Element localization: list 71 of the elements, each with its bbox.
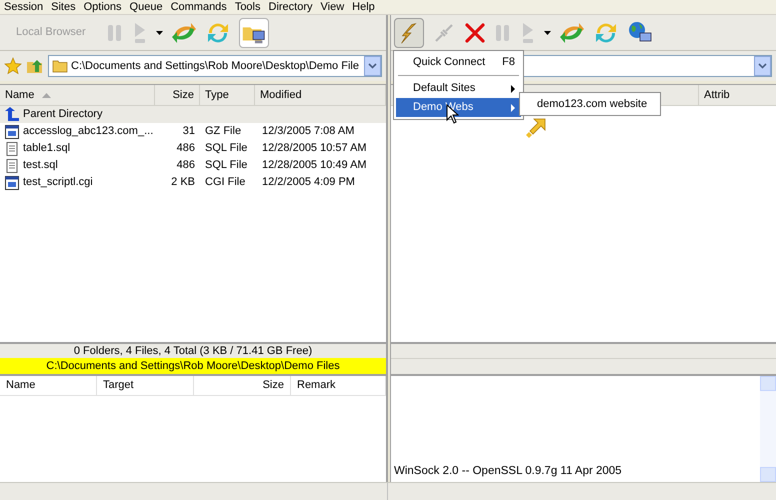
menu-item[interactable]: Options (80, 0, 126, 14)
column-header[interactable]: Name (0, 376, 97, 395)
file-modified: 12/2/2005 4:09 PM (261, 175, 356, 190)
dropdown-button[interactable] (754, 56, 771, 76)
star-icon[interactable] (4, 57, 22, 75)
menu-item[interactable]: Default Sites (396, 79, 521, 98)
column-header[interactable]: Name (0, 85, 155, 105)
play-icon[interactable] (520, 22, 536, 44)
menu-item[interactable]: Commands (166, 0, 231, 14)
dropdown-caret-icon[interactable] (156, 30, 163, 34)
local-browser-label: Local Browser (15, 25, 87, 40)
menu-item[interactable]: View (316, 0, 348, 14)
current-path-bar: C:\Documents and Settings\Rob Moore\Desktop\Demo Files (0, 358, 386, 374)
column-header[interactable]: Type (200, 85, 255, 105)
file-modified: 12/28/2005 10:49 AM (261, 158, 368, 174)
file-name: test.sql (23, 158, 58, 174)
file-type: GZ File (204, 124, 242, 140)
column-header[interactable]: Target (97, 376, 194, 395)
column-header[interactable]: Remark (291, 376, 386, 395)
file-type: SQL File (204, 158, 248, 174)
menu-item[interactable]: Tools (230, 0, 264, 14)
dropdown-caret-icon[interactable] (544, 30, 551, 34)
file-name: accesslog_abc123.com_... (23, 124, 154, 140)
transfer-arrows-icon[interactable] (170, 20, 197, 44)
text-file-icon (4, 158, 20, 174)
file-modified: 12/28/2005 10:57 AM (261, 141, 368, 156)
folder-icon (52, 59, 68, 73)
pause-icon[interactable] (494, 22, 512, 42)
chevron-down-icon (368, 63, 377, 69)
file-row[interactable]: Parent Directory (0, 106, 386, 123)
menu-item[interactable]: Directory (264, 0, 317, 14)
scrollbar[interactable] (760, 376, 776, 482)
lightning-icon[interactable] (394, 18, 424, 48)
script-file-icon (4, 124, 20, 140)
text-file-icon (4, 140, 20, 156)
transfer-arrows-icon[interactable] (559, 20, 585, 44)
refresh-icon[interactable] (593, 20, 619, 44)
chevron-down-icon (758, 63, 767, 69)
file-name: table1.sql (23, 141, 70, 156)
pause-icon[interactable] (106, 22, 124, 42)
column-header[interactable]: Attrib (698, 85, 776, 105)
log-line: WinSock 2.0 -- OpenSSL 0.9.7g 11 Apr 2005 (394, 464, 623, 479)
folder-computer-icon[interactable] (238, 18, 269, 48)
menu-item[interactable]: demo123.com website (522, 95, 658, 113)
file-modified: 12/3/2005 7:08 AM (261, 124, 356, 140)
file-size: 486 (176, 141, 196, 156)
column-header[interactable]: Size (155, 85, 200, 105)
column-header[interactable]: Modified (255, 85, 386, 105)
file-size: 31 (182, 124, 196, 140)
file-type: SQL File (204, 141, 248, 156)
path-dropdown[interactable]: C:\Documents and Settings\Rob Moore\Desktop\Demo File (48, 55, 382, 77)
folder-up-icon[interactable] (26, 57, 44, 75)
menu-item[interactable]: Sites (47, 0, 80, 14)
file-size: 486 (176, 158, 196, 174)
file-size: 2 KB (170, 175, 196, 190)
file-name: Parent Directory (23, 107, 102, 122)
dropdown-button[interactable] (364, 56, 381, 76)
column-header[interactable]: Size (194, 376, 291, 395)
path-text: C:\Documents and Settings\Rob Moore\Desktop\Demo File (71, 58, 360, 74)
menu-item[interactable]: Help (348, 0, 379, 14)
close-icon[interactable] (464, 22, 486, 44)
arrow-icon (524, 117, 548, 139)
up-arrow-icon (4, 106, 20, 122)
status-summary: 0 Folders, 4 Files, 4 Total (3 KB / 71.41 GB Free) (0, 342, 386, 358)
submenu-arrow-icon (511, 104, 515, 112)
menu-item[interactable]: Session (0, 0, 48, 14)
file-name: test_scriptl.cgi (23, 175, 93, 190)
submenu-arrow-icon (511, 84, 515, 92)
file-type: CGI File (204, 175, 246, 190)
menu-item[interactable]: Queue (126, 0, 167, 14)
script-file-icon (4, 174, 20, 190)
